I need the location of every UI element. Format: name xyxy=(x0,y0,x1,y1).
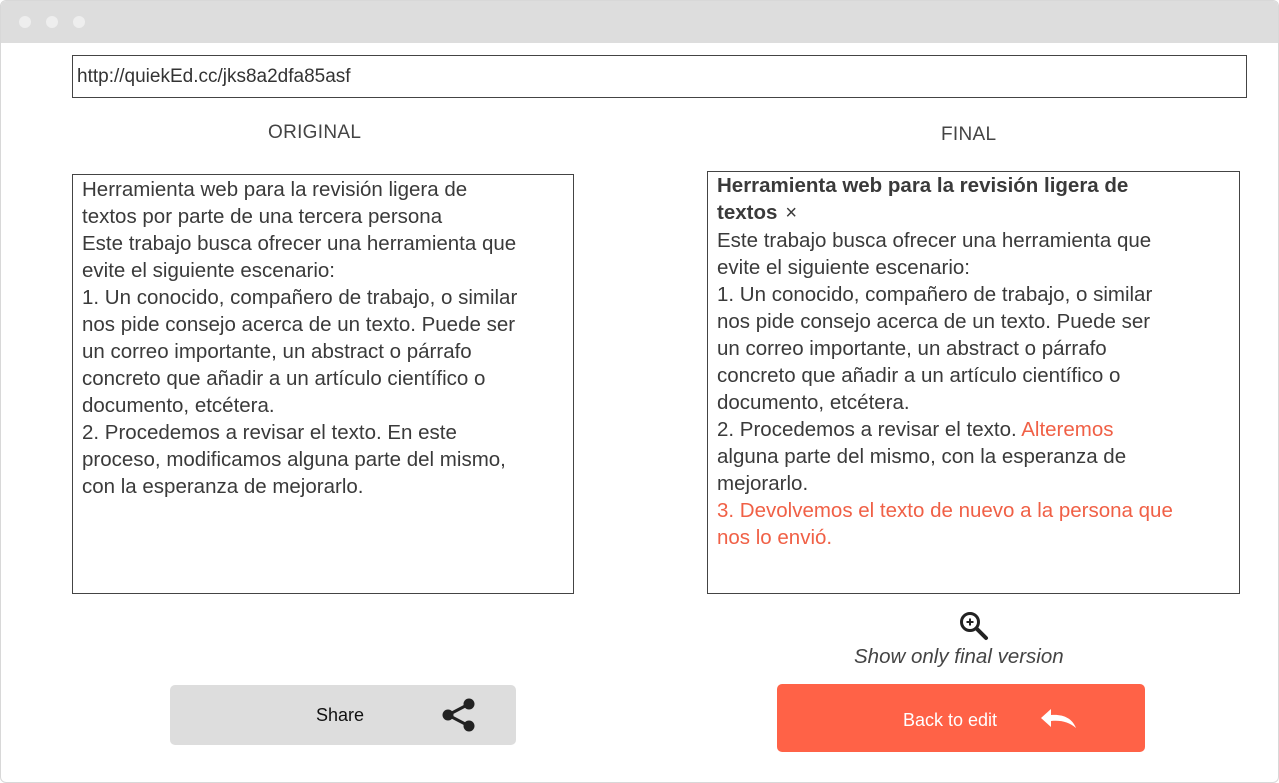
window-maximize-dot[interactable] xyxy=(73,16,85,28)
final-line: concreto que añadir a un artículo cientí… xyxy=(717,364,1121,387)
window-minimize-dot[interactable] xyxy=(46,16,58,28)
original-line: 2. Procedemos a revisar el texto. En est… xyxy=(82,421,457,444)
back-to-edit-label: Back to edit xyxy=(903,710,998,730)
original-line: concreto que añadir a un artículo cientí… xyxy=(82,367,486,390)
original-line: Herramienta web para la revisión ligera … xyxy=(82,178,468,201)
original-line: 1. Un conocido, compañero de trabajo, o … xyxy=(82,286,518,309)
window-close-dot[interactable] xyxy=(19,16,31,28)
final-line: nos pide consejo acerca de un texto. Pue… xyxy=(717,310,1151,333)
original-line: con la esperanza de mejorarlo. xyxy=(82,475,364,498)
original-title: ORIGINAL xyxy=(268,122,362,143)
title-bar xyxy=(1,1,1278,43)
original-line: un correo importante, un abstract o párr… xyxy=(82,340,472,363)
final-line: alguna parte del mismo, con la esperanza… xyxy=(717,445,1127,468)
share-icon xyxy=(442,698,475,732)
final-line: evite el siguiente escenario: xyxy=(717,256,970,279)
final-line: un correo importante, un abstract o párr… xyxy=(717,337,1107,360)
final-line: Este trabajo busca ofrecer una herramien… xyxy=(717,229,1152,252)
final-line-with-edit: 2. Procedemos a revisar el texto. Altere… xyxy=(717,416,1239,443)
final-line: mejorarlo. xyxy=(717,472,809,495)
undo-icon xyxy=(1041,709,1076,728)
zoom-in-icon[interactable] xyxy=(957,609,991,643)
final-heading-line-2: textos × xyxy=(717,199,1239,227)
share-button[interactable]: Share xyxy=(170,685,516,745)
close-icon[interactable]: × xyxy=(785,200,797,227)
final-line: 1. Un conocido, compañero de trabajo, o … xyxy=(717,283,1153,306)
final-heading-line: Herramienta web para la revisión ligera … xyxy=(717,174,1129,197)
show-final-version-link[interactable]: Show only final version xyxy=(854,645,1064,669)
final-line: documento, etcétera. xyxy=(717,391,910,414)
original-line: evite el siguiente escenario: xyxy=(82,259,335,282)
original-line: Este trabajo busca ofrecer una herramien… xyxy=(82,232,517,255)
final-heading-text: textos xyxy=(717,201,778,224)
share-button-label: Share xyxy=(316,705,365,725)
original-line: nos pide consejo acerca de un texto. Pue… xyxy=(82,313,516,336)
original-text-panel[interactable]: Herramienta web para la revisión ligera … xyxy=(72,174,574,594)
edited-line: nos lo envió. xyxy=(717,526,833,549)
final-title: FINAL xyxy=(941,124,997,145)
final-text-panel[interactable]: Herramienta web para la revisión ligera … xyxy=(707,171,1240,594)
browser-window: ORIGINAL FINAL Herramienta web para la r… xyxy=(0,0,1279,783)
edited-line: 3. Devolvemos el texto de nuevo a la per… xyxy=(717,499,1173,522)
url-input[interactable] xyxy=(72,55,1247,98)
back-to-edit-button[interactable]: Back to edit xyxy=(777,684,1145,752)
original-line: documento, etcétera. xyxy=(82,394,275,417)
final-text: 2. Procedemos a revisar el texto. xyxy=(717,418,1022,441)
edited-text: Alteremos xyxy=(1021,418,1114,441)
original-line: textos por parte de una tercera persona xyxy=(82,205,443,228)
original-line: proceso, modificamos alguna parte del mi… xyxy=(82,448,506,471)
